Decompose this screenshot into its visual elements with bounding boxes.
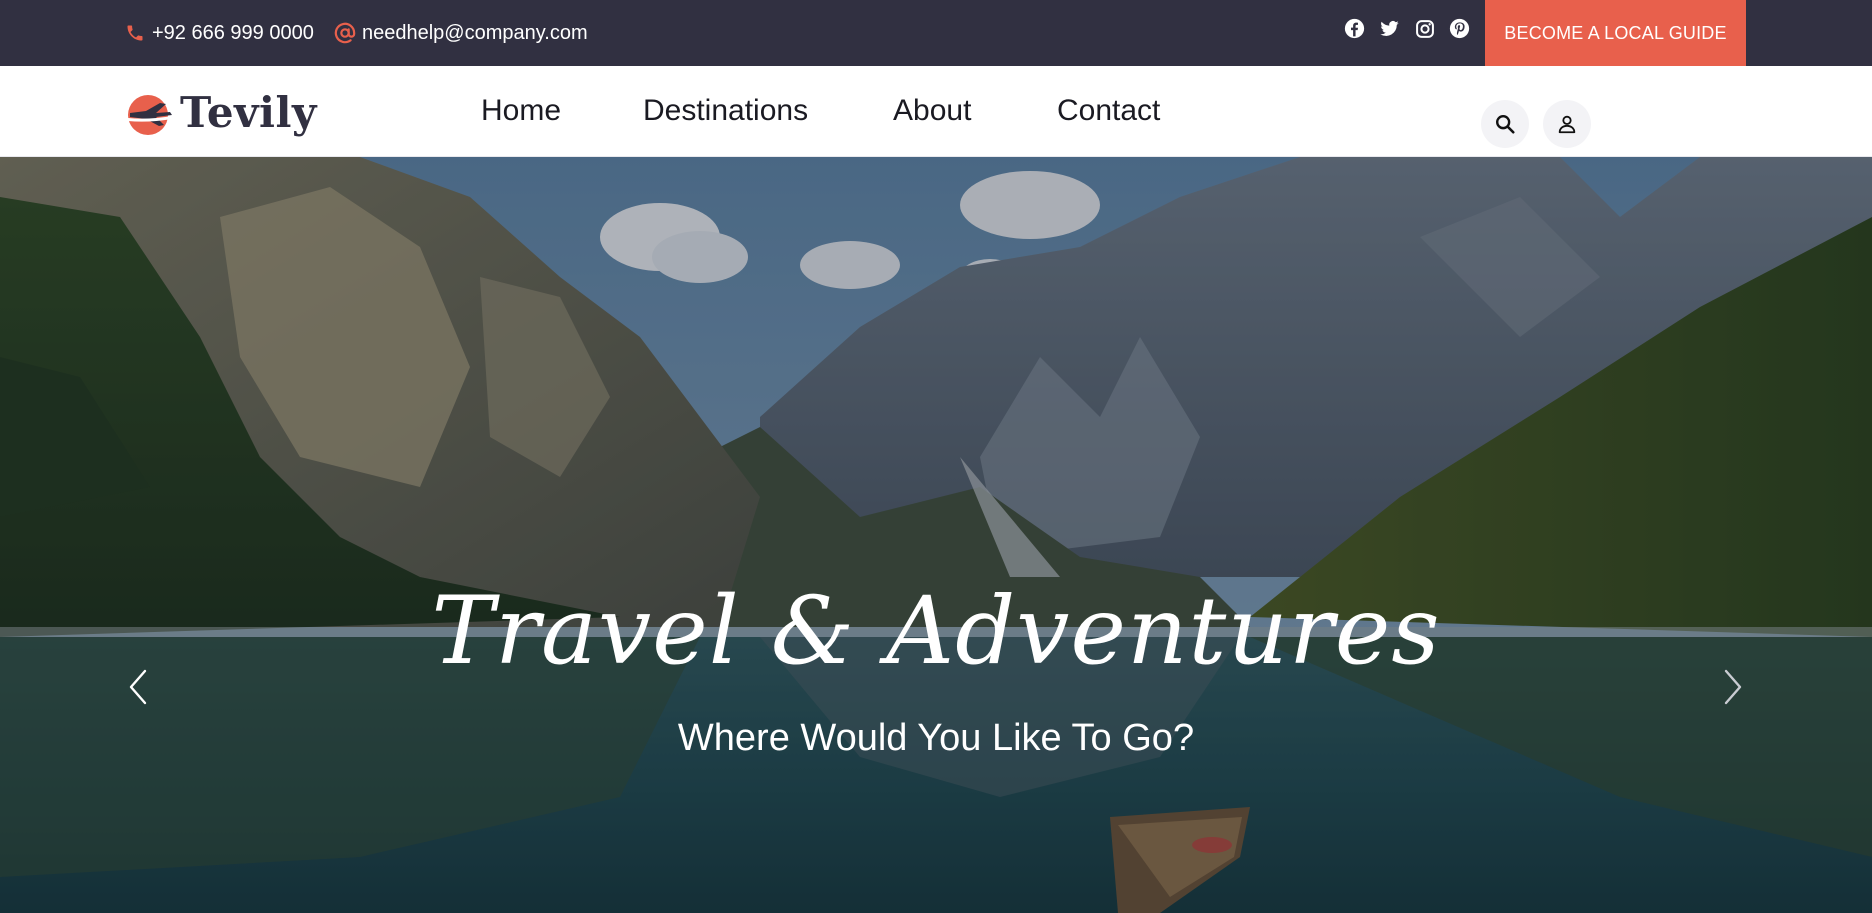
user-account-button[interactable]	[1543, 100, 1591, 148]
user-icon	[1558, 115, 1576, 134]
plane-logo-icon	[128, 94, 172, 135]
search-icon	[1496, 115, 1515, 134]
email-contact[interactable]: needhelp@company.com	[334, 0, 588, 66]
facebook-icon[interactable]	[1344, 18, 1365, 39]
nav-link-destinations[interactable]: Destinations	[643, 94, 808, 128]
logo[interactable]: Tevily	[126, 88, 317, 137]
email-address: needhelp@company.com	[362, 21, 588, 44]
nav-link-contact[interactable]: Contact	[1057, 94, 1160, 128]
phone-number: +92 666 999 0000	[152, 21, 314, 44]
hero-overlay	[0, 157, 1872, 913]
twitter-icon[interactable]	[1379, 18, 1400, 39]
at-sign-icon	[334, 22, 356, 44]
become-local-guide-button[interactable]: BECOME A LOCAL GUIDE	[1485, 0, 1746, 66]
social-links	[1344, 18, 1470, 39]
main-navbar: Tevily Home Destinations About Contact	[0, 66, 1872, 157]
chevron-right-icon	[1724, 669, 1742, 705]
pinterest-icon[interactable]	[1449, 18, 1470, 39]
chevron-left-icon	[129, 669, 147, 705]
top-bar: +92 666 999 0000 needhelp@company.com BE…	[0, 0, 1872, 66]
hero-slider: Travel & Adventures Where Would You Like…	[0, 157, 1872, 913]
search-button[interactable]	[1481, 100, 1529, 148]
instagram-icon[interactable]	[1414, 18, 1435, 39]
phone-contact[interactable]: +92 666 999 0000	[124, 0, 314, 66]
nav-link-home[interactable]: Home	[481, 94, 561, 128]
phone-icon	[124, 22, 146, 44]
slider-prev-button[interactable]	[123, 657, 153, 717]
slider-next-button[interactable]	[1718, 657, 1748, 717]
logo-text: Tevily	[180, 88, 317, 137]
hero-title: Travel & Adventures	[431, 577, 1441, 686]
nav-link-about[interactable]: About	[893, 94, 971, 128]
hero-subtitle: Where Would You Like To Go?	[677, 717, 1195, 759]
